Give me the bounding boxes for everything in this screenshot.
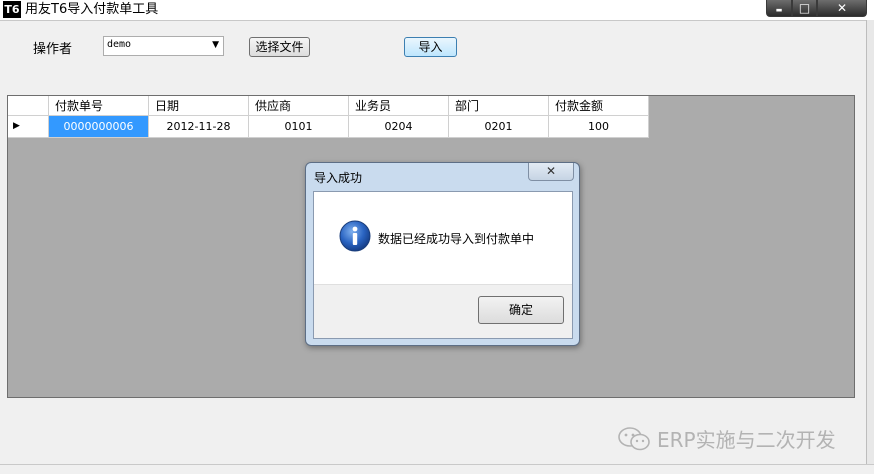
maximize-icon: □ <box>798 1 811 15</box>
row-indicator-icon[interactable]: ▶ <box>8 116 49 138</box>
chevron-down-icon[interactable]: ▼ <box>212 40 219 50</box>
table-cell[interactable]: 0201 <box>449 116 549 138</box>
info-icon <box>339 220 371 252</box>
grid-header: 付款单号 日期 供应商 业务员 部门 付款金额 <box>8 96 649 116</box>
table-row[interactable]: ▶ 0000000006 2012-11-28 0101 0204 0201 1… <box>8 116 649 138</box>
dialog-body: 数据已经成功导入到付款单中 确定 <box>313 191 573 339</box>
watermark-text: ERP实施与二次开发 <box>657 428 836 452</box>
ok-button[interactable]: 确定 <box>478 296 564 324</box>
column-header[interactable]: 付款金额 <box>549 96 649 116</box>
table-cell[interactable]: 100 <box>549 116 649 138</box>
column-header[interactable]: 日期 <box>149 96 249 116</box>
column-header[interactable]: 部门 <box>449 96 549 116</box>
dialog-message: 数据已经成功导入到付款单中 <box>378 232 535 246</box>
operator-select[interactable]: demo ▼ <box>103 36 224 56</box>
close-button[interactable]: ✕ <box>817 0 867 17</box>
close-icon: ✕ <box>836 1 848 15</box>
column-header[interactable]: 供应商 <box>249 96 349 116</box>
title-bar: T6 用友T6导入付款单工具 ▬ □ ✕ <box>0 0 874 20</box>
window-right-edge <box>866 20 874 474</box>
table-cell[interactable]: 2012-11-28 <box>149 116 249 138</box>
import-success-dialog: 导入成功 ✕ 数据已经成功导入到付款单中 确定 <box>305 162 580 346</box>
close-icon: ✕ <box>545 164 557 178</box>
column-header[interactable]: 付款单号 <box>49 96 149 116</box>
window-title: 用友T6导入付款单工具 <box>25 2 159 17</box>
minimize-button[interactable]: ▬ <box>766 0 792 17</box>
app-logo: T6 <box>3 1 21 18</box>
dialog-close-button[interactable]: ✕ <box>528 163 574 181</box>
maximize-button[interactable]: □ <box>792 0 817 17</box>
table-cell[interactable]: 0101 <box>249 116 349 138</box>
grid-corner-cell[interactable] <box>8 96 49 116</box>
operator-label: 操作者 <box>33 42 73 57</box>
import-button[interactable]: 导入 <box>404 37 457 57</box>
table-cell[interactable]: 0000000006 <box>49 116 149 138</box>
wechat-icon <box>618 426 650 450</box>
watermark: ERP实施与二次开发 <box>617 424 836 453</box>
status-bar <box>0 464 874 474</box>
table-cell[interactable]: 0204 <box>349 116 449 138</box>
dialog-title: 导入成功 <box>314 171 363 185</box>
minimize-icon: ▬ <box>775 6 783 14</box>
column-header[interactable]: 业务员 <box>349 96 449 116</box>
operator-select-value: demo <box>107 39 132 50</box>
select-file-button[interactable]: 选择文件 <box>249 37 310 57</box>
